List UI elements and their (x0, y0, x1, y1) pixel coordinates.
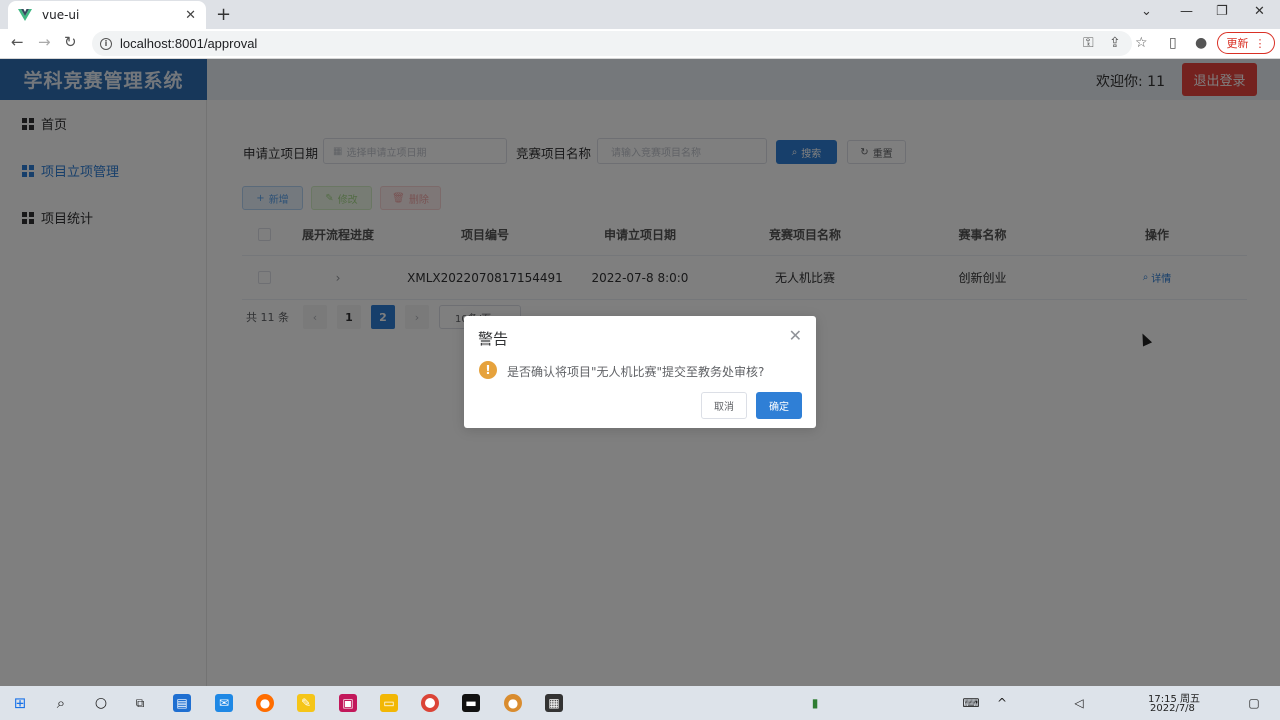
keyboard-icon[interactable]: ⌨ (962, 694, 980, 712)
file-explorer-icon[interactable]: ▭ (380, 694, 398, 712)
forward-icon[interactable]: → (38, 33, 51, 51)
search-icon[interactable]: ⌕ (52, 694, 70, 712)
jetbrains-icon[interactable]: ▣ (339, 694, 357, 712)
tool-app-icon[interactable]: ▦ (545, 694, 563, 712)
side-panel-icon[interactable]: ▯ (1169, 35, 1177, 51)
tray-expand-icon[interactable]: ^ (993, 694, 1011, 712)
site-info-icon[interactable]: i (100, 37, 112, 50)
tab-title: vue-ui (42, 8, 80, 22)
cortana-icon[interactable]: ○ (92, 694, 110, 712)
battery-icon: ▮ (811, 696, 819, 710)
windows-start-icon[interactable]: ⊞ (11, 694, 29, 712)
back-icon[interactable]: ← (11, 33, 24, 51)
browser-tabstrip: vue-ui ✕ + ⌄ — ❐ ✕ (0, 0, 1280, 29)
url-text: localhost:8001/approval (120, 36, 258, 51)
tab-search-icon[interactable]: ⌄ (1141, 4, 1152, 19)
terminal-icon[interactable]: ▬ (462, 694, 480, 712)
update-label: 更新 (1226, 37, 1249, 50)
profile-icon[interactable]: ● (1195, 35, 1207, 51)
restore-icon[interactable]: ❐ (1216, 4, 1228, 19)
minimize-icon[interactable]: — (1180, 4, 1193, 19)
address-bar[interactable]: i localhost:8001/approval (92, 31, 1132, 56)
more-menu-icon: ⋮ (1254, 36, 1266, 50)
notification-icon[interactable]: ▢ (1245, 694, 1263, 712)
cancel-button[interactable]: 取消 (701, 392, 747, 419)
warning-icon: ! (479, 361, 497, 379)
dialog-close-icon[interactable]: ✕ (789, 326, 802, 345)
firefox-icon[interactable]: ● (256, 694, 274, 712)
notes-app-icon[interactable]: ✎ (297, 694, 315, 712)
mail-icon[interactable]: ✉ (215, 694, 233, 712)
tab-close-icon[interactable]: ✕ (185, 8, 196, 23)
chrome-icon[interactable] (421, 694, 439, 712)
bookmark-star-icon[interactable]: ☆ (1135, 35, 1148, 51)
task-view-icon[interactable]: ⧉ (131, 694, 149, 712)
key-icon[interactable]: ⚿ (1083, 35, 1094, 51)
app-icon[interactable]: ● (504, 694, 522, 712)
taskbar: ⊞ ⌕ ○ ⧉ ▤ ✉ ● ✎ ▣ ▭ ▬ ● ▦ ▮ ⌨ ^ ◁ 17:15 … (0, 686, 1280, 720)
browser-toolbar: ← → ↻ i localhost:8001/approval ⚿ ⇪ ☆ ▯ … (0, 29, 1280, 59)
reload-icon[interactable]: ↻ (64, 33, 77, 51)
browser-tab[interactable]: vue-ui ✕ (8, 1, 206, 29)
window-close-icon[interactable]: ✕ (1254, 4, 1265, 19)
new-tab-icon[interactable]: + (216, 4, 231, 25)
dialog-title: 警告 (478, 330, 509, 348)
taskbar-date: 2022/7/8 (1150, 703, 1195, 714)
volume-icon[interactable]: ◁ (1070, 694, 1088, 712)
store-icon[interactable]: ▤ (173, 694, 191, 712)
vue-logo-icon (18, 9, 32, 21)
update-button[interactable]: 更新 ⋮ (1217, 32, 1275, 54)
confirm-button[interactable]: 确定 (756, 392, 802, 419)
dialog-message: 是否确认将项目"无人机比赛"提交至教务处审核? (507, 365, 765, 379)
share-icon[interactable]: ⇪ (1109, 35, 1121, 51)
confirm-dialog: 警告 ✕ ! 是否确认将项目"无人机比赛"提交至教务处审核? 取消 确定 (464, 316, 816, 428)
